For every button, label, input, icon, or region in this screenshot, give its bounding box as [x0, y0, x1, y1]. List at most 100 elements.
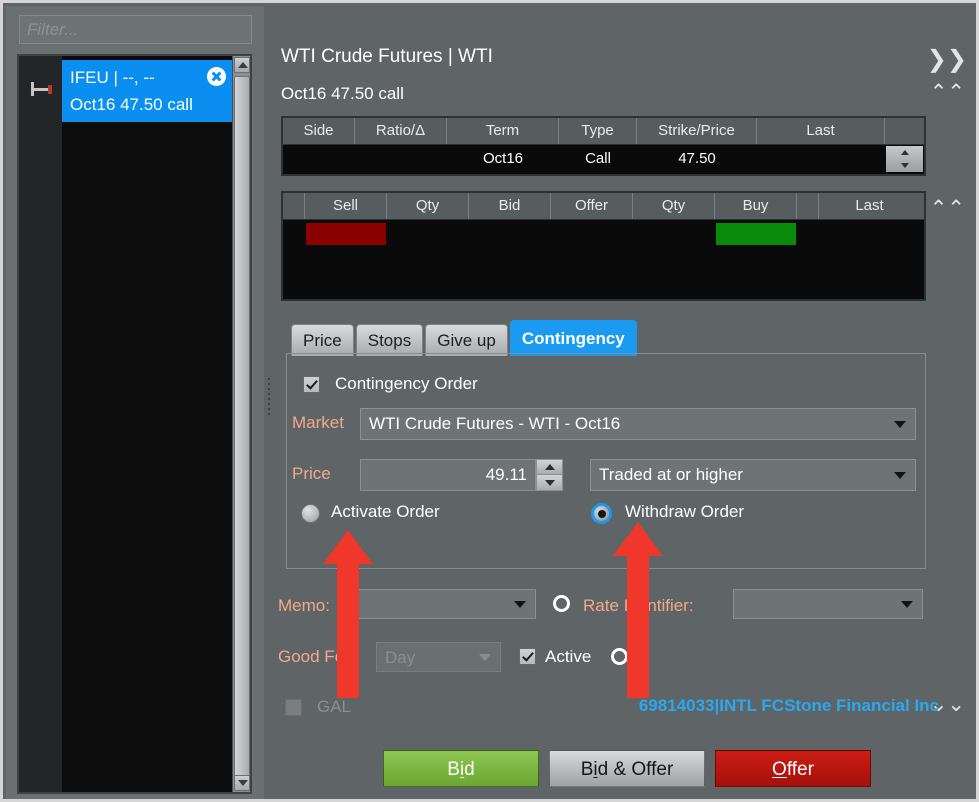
bid-button[interactable]: Bid — [383, 750, 539, 787]
condition-dropdown[interactable]: Traded at or higher — [590, 459, 916, 491]
trading-order-ticket-window: IFEU | --, -- Oct16 47.50 call WTI Crude… — [0, 0, 979, 802]
col-qty-1[interactable]: Qty — [387, 193, 469, 219]
good-for-dropdown[interactable]: Day — [376, 642, 501, 672]
cell-type: Call — [585, 150, 611, 167]
cell-side — [283, 145, 355, 173]
cell-term: Oct16 — [482, 150, 524, 167]
account-label[interactable]: 69814033|INTL FCStone Financial Inc — [639, 696, 939, 716]
col-ratio[interactable]: Ratio/Δ — [355, 118, 447, 144]
chevron-down-icon — [894, 472, 906, 479]
close-icon[interactable] — [207, 67, 226, 86]
list-scrollbar[interactable] — [232, 56, 250, 792]
table-row[interactable]: Oct16 Call 47.50 — [283, 145, 924, 173]
withdraw-order-label: Withdraw Order — [625, 502, 745, 521]
offer-label-post: ffer — [786, 759, 814, 780]
price-decrement-button[interactable] — [537, 475, 562, 490]
chevron-down-icon — [514, 601, 526, 608]
cell-last — [757, 145, 885, 173]
chevron-down-icon — [901, 601, 913, 608]
panel-splitter-handle[interactable] — [265, 375, 273, 423]
col-sell[interactable]: Sell — [305, 193, 387, 219]
cell-last-2 — [819, 220, 920, 248]
both-label-post: d & Offer — [597, 759, 674, 780]
price-label: Price — [292, 464, 331, 483]
main-panel: WTI Crude Futures | WTI Oct16 47.50 call… — [273, 6, 973, 796]
cell-qty-2 — [633, 220, 715, 248]
cell-blank-1 — [283, 220, 305, 248]
collapse-legs-icon[interactable]: ⌃⌃ — [930, 82, 965, 103]
contingency-panel: Contingency Order Market WTI Crude Futur… — [286, 353, 926, 569]
col-last[interactable]: Last — [757, 118, 885, 144]
chevron-down-icon — [894, 421, 906, 428]
col-qty-2[interactable]: Qty — [633, 193, 715, 219]
activate-order-label: Activate Order — [331, 502, 440, 521]
market-label: Market — [292, 413, 344, 432]
tab-stops[interactable]: Stops — [355, 324, 424, 356]
contingency-order-checkbox[interactable] — [303, 376, 320, 393]
tab-give-up[interactable]: Give up — [425, 324, 508, 356]
gal-label: GAL — [317, 697, 352, 716]
offer-button[interactable]: Offer — [715, 750, 871, 787]
price-increment-button[interactable] — [537, 460, 562, 475]
activate-order-radio[interactable] — [301, 504, 320, 523]
tab-price[interactable]: Price — [291, 324, 354, 356]
scrollbar-thumb[interactable] — [234, 76, 250, 786]
tab-contingency[interactable]: Contingency — [509, 320, 637, 356]
contingency-order-label: Contingency Order — [335, 374, 478, 393]
active-checkbox[interactable] — [519, 648, 536, 665]
price-stepper[interactable] — [536, 459, 563, 491]
tab-bar: Price Stops Give up Contingency — [291, 320, 639, 356]
cell-sell-indicator[interactable] — [305, 220, 387, 248]
col-bid[interactable]: Bid — [469, 193, 551, 219]
condition-dropdown-value: Traded at or higher — [599, 465, 743, 484]
scroll-down-button[interactable] — [234, 775, 250, 791]
collapse-depth-icon[interactable]: ⌃⌃ — [930, 198, 965, 219]
withdraw-order-radio[interactable] — [591, 503, 612, 524]
bid-label-post: d — [464, 759, 475, 780]
col-side[interactable]: Side — [283, 118, 355, 144]
list-item[interactable]: IFEU | --, -- Oct16 47.50 call — [62, 60, 232, 122]
cell-strike: 47.50 — [678, 150, 716, 167]
cell-bid — [469, 220, 551, 248]
rate-identifier-dropdown[interactable] — [733, 589, 923, 619]
contract-subtitle: Oct16 47.50 call — [281, 84, 404, 103]
tree-node-icon — [31, 82, 53, 96]
col-offer[interactable]: Offer — [551, 193, 633, 219]
instrument-list: IFEU | --, -- Oct16 47.50 call — [17, 54, 252, 794]
bid-and-offer-button[interactable]: Bid & Offer — [549, 750, 705, 787]
good-for-value: Day — [385, 648, 416, 667]
legs-table: Side Ratio/Δ Term Type Strike/Price Last… — [281, 116, 926, 176]
table-row[interactable] — [283, 220, 924, 248]
memo-dropdown[interactable] — [346, 589, 536, 619]
sidebar: IFEU | --, -- Oct16 47.50 call — [6, 6, 264, 799]
col-blank-2 — [797, 193, 819, 219]
annotation-arrow-activate — [323, 530, 373, 698]
market-dropdown[interactable]: WTI Crude Futures - WTI - Oct16 — [360, 408, 916, 440]
row-spinner[interactable] — [885, 145, 924, 173]
list-item-line1: IFEU | --, -- — [70, 68, 155, 87]
col-last-2[interactable]: Last — [819, 193, 920, 219]
page-title: WTI Crude Futures | WTI — [281, 46, 493, 67]
depth-table-header: Sell Qty Bid Offer Qty Buy Last — [283, 193, 924, 220]
list-item-line2: Oct16 47.50 call — [70, 95, 193, 114]
price-input[interactable]: 49.11 — [360, 459, 536, 491]
active-label: Active — [545, 647, 592, 666]
cell-qty-1 — [387, 220, 469, 248]
both-label-pre: B — [580, 759, 594, 780]
col-strike[interactable]: Strike/Price — [637, 118, 757, 144]
gal-checkbox[interactable] — [285, 699, 302, 716]
list-gutter — [19, 56, 62, 792]
offer-label-key: O — [772, 759, 787, 780]
scroll-up-button[interactable] — [234, 57, 250, 73]
col-type[interactable]: Type — [559, 118, 637, 144]
col-buy[interactable]: Buy — [715, 193, 797, 219]
action-button-bar: Bid Bid & Offer Offer — [383, 750, 871, 787]
col-term[interactable]: Term — [447, 118, 559, 144]
chevron-down-icon — [479, 654, 491, 661]
depth-table: Sell Qty Bid Offer Qty Buy Last — [281, 191, 926, 301]
cell-buy-indicator[interactable] — [715, 220, 797, 248]
expand-right-icon[interactable]: ❯❯ — [927, 47, 967, 71]
col-blank-1 — [283, 193, 305, 219]
memo-indicator-icon — [553, 595, 570, 612]
filter-input[interactable] — [19, 15, 252, 44]
